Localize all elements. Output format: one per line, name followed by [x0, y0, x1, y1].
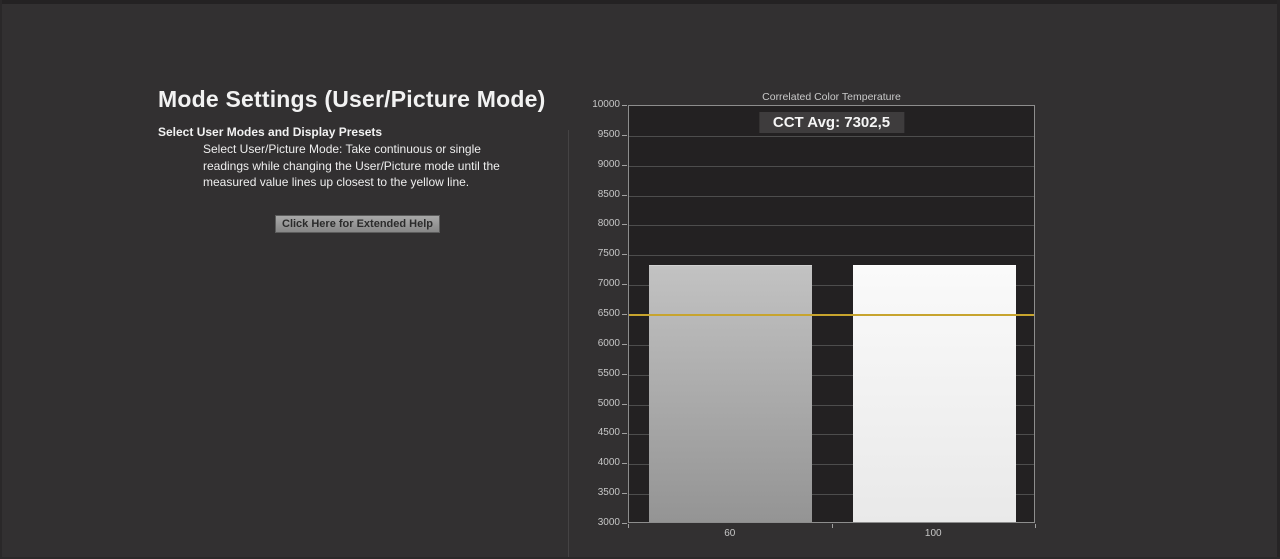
- y-tick-mark: [622, 523, 627, 524]
- y-tick-mark: [622, 105, 627, 106]
- gridline: [629, 255, 1034, 257]
- y-tick-mark: [622, 403, 627, 405]
- bar-100: [852, 265, 1016, 522]
- instructions-text: Select User/Picture Mode: Take continuou…: [203, 142, 500, 189]
- y-tick-mark: [622, 314, 627, 315]
- y-tick-label: 6000: [597, 337, 620, 349]
- y-tick-label: 7000: [597, 278, 620, 290]
- y-tick-label: 9500: [597, 128, 620, 140]
- page-title: Mode Settings (User/Picture Mode): [158, 86, 546, 112]
- cct-avg-badge: CCT Avg: 7302,5: [758, 112, 905, 133]
- x-tick-mark: [831, 524, 833, 528]
- section-subtitle: Select User Modes and Display Presets: [158, 125, 383, 139]
- y-tick-label: 5500: [597, 367, 620, 379]
- y-tick-mark: [622, 493, 627, 495]
- chart-title: Correlated Color Temperature: [762, 91, 901, 103]
- y-tick-mark: [622, 194, 627, 196]
- y-tick-mark: [622, 164, 627, 166]
- y-tick-mark: [622, 224, 627, 226]
- window-edge-top: [0, 0, 1280, 4]
- extended-help-button[interactable]: Click Here for Extended Help: [275, 215, 440, 233]
- gridline: [629, 225, 1034, 227]
- bar-60: [649, 265, 813, 522]
- x-tick-label: 60: [724, 528, 736, 539]
- y-tick-label: 10000: [592, 99, 620, 110]
- y-tick-mark: [622, 284, 627, 286]
- y-tick-mark: [622, 343, 627, 345]
- gridline: [629, 165, 1034, 167]
- gridline: [629, 135, 1034, 137]
- y-tick-label: 4000: [597, 457, 620, 469]
- cct-chart: Correlated Color Temperature 3000 3500 400…: [560, 85, 1060, 550]
- target-temperature-line: [629, 314, 1034, 316]
- y-tick-mark: [622, 373, 627, 375]
- app-window: { "left_panel": { "title": "Mode Setting…: [0, 0, 1280, 559]
- plot-area: CCT Avg: 7302,5: [628, 105, 1035, 523]
- y-tick-label: 5000: [597, 397, 620, 409]
- y-tick-label: 8000: [597, 218, 620, 230]
- y-tick-mark: [622, 254, 627, 256]
- x-tick-mark: [1035, 524, 1036, 528]
- y-tick-mark: [622, 463, 627, 465]
- y-tick-label: 9000: [597, 158, 620, 170]
- gridline: [629, 195, 1034, 197]
- x-tick-mark: [628, 524, 629, 528]
- y-tick-label: 4500: [597, 427, 620, 439]
- y-tick-label: 3000: [597, 517, 620, 528]
- x-tick-label: 100: [924, 528, 942, 539]
- y-tick-label: 3500: [597, 487, 620, 499]
- y-tick-label: 8500: [597, 188, 620, 200]
- y-tick-label: 7500: [597, 248, 620, 260]
- y-tick-mark: [622, 134, 627, 136]
- y-tick-label: 6500: [597, 308, 620, 319]
- y-tick-mark: [622, 433, 627, 435]
- window-edge-left: [0, 0, 2, 559]
